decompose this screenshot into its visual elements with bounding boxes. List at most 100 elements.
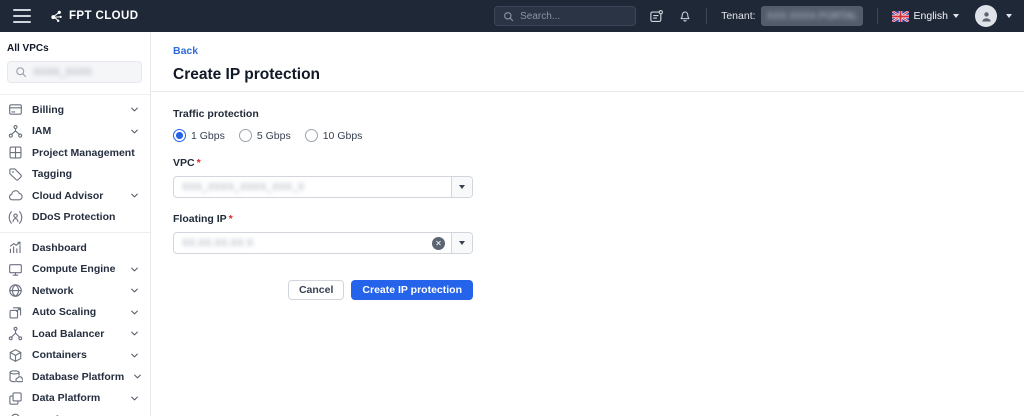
- form-actions: Cancel Create IP protection: [173, 280, 473, 300]
- sidebar-item-label: DDoS Protection: [32, 211, 115, 223]
- menu-icon[interactable]: [13, 9, 31, 23]
- containers-icon: [8, 348, 23, 363]
- sidebar-item-data-platform[interactable]: Data Platform: [0, 388, 150, 410]
- cloud-advisor-icon: [8, 188, 23, 203]
- clear-icon[interactable]: ✕: [432, 237, 445, 250]
- avatar[interactable]: [975, 5, 997, 27]
- chevron-down-icon[interactable]: [130, 394, 139, 403]
- sidebar-item-ddos-protection[interactable]: DDoS Protection: [0, 207, 150, 229]
- page-title: Create IP protection: [173, 66, 1024, 84]
- sidebar-item-project-management[interactable]: Project Management: [0, 142, 150, 164]
- sidebar-item-load-balancer[interactable]: Load Balancer: [0, 323, 150, 345]
- fpt-cloud-logo[interactable]: FPT CLOUD: [49, 9, 138, 24]
- required-mark: *: [229, 213, 233, 225]
- sidebar-item-label: Containers: [32, 349, 87, 361]
- chevron-down-icon[interactable]: [133, 372, 142, 381]
- chevron-down-icon[interactable]: [1006, 14, 1012, 18]
- floating-ip-select-value: XX.XX.XX.XX X: [174, 238, 432, 249]
- create-ip-protection-button[interactable]: Create IP protection: [351, 280, 473, 300]
- chevron-down-icon[interactable]: [451, 233, 472, 253]
- language-label: English: [914, 10, 948, 22]
- floating-ip-select[interactable]: XX.XX.XX.XX X ✕: [173, 232, 473, 254]
- language-selector[interactable]: English: [892, 10, 959, 22]
- sidebar-item-label: Database Platform: [32, 371, 124, 383]
- sidebar-item-compute-engine[interactable]: Compute Engine: [0, 259, 150, 281]
- sidebar-item-label: Compute Engine: [32, 263, 115, 275]
- sidebar-item-label: Project Management: [32, 147, 135, 159]
- search-icon: [503, 11, 514, 22]
- sidebar-item-auto-scaling[interactable]: Auto Scaling: [0, 302, 150, 324]
- sidebar-item-label: Data Platform: [32, 392, 100, 404]
- chevron-down-icon[interactable]: [130, 105, 139, 114]
- page-header: Back Create IP protection: [151, 32, 1024, 92]
- radio-5-gbps[interactable]: 5 Gbps: [239, 129, 291, 142]
- sidebar-item-containers[interactable]: Containers: [0, 345, 150, 367]
- sidebar-item-cloud-advisor[interactable]: Cloud Advisor: [0, 185, 150, 207]
- sidebar-item-label: Network: [32, 285, 73, 297]
- traffic-protection-options: 1 Gbps 5 Gbps 10 Gbps: [173, 129, 473, 142]
- chevron-down-icon[interactable]: [130, 265, 139, 274]
- iam-icon: [8, 124, 23, 139]
- chevron-down-icon[interactable]: [130, 127, 139, 136]
- radio-label: 5 Gbps: [257, 130, 291, 142]
- topbar-divider: [877, 8, 878, 24]
- cancel-button[interactable]: Cancel: [288, 280, 344, 300]
- sidebar-item-dashboard[interactable]: Dashboard: [0, 237, 150, 259]
- floating-ip-field: Floating IP* XX.XX.XX.XX X ✕: [173, 213, 473, 254]
- sidebar-item-ai-infrastructure[interactable]: AI Infrastructure: [0, 409, 150, 416]
- project-management-icon: [8, 145, 23, 160]
- vpc-field: VPC* XXX_XXXX_XXXX_XXX_X: [173, 157, 473, 198]
- tenant-select[interactable]: XXX.XXXX.PORTAL.X: [761, 6, 863, 26]
- vpc-select[interactable]: XXX_XXXX_XXXX_XXX_X: [173, 176, 473, 198]
- logo-text: FPT CLOUD: [69, 10, 138, 22]
- search-input[interactable]: [520, 11, 627, 22]
- data-platform-icon: [8, 391, 23, 406]
- sidebar-item-label: Billing: [32, 104, 64, 116]
- sidebar-item-tagging[interactable]: Tagging: [0, 164, 150, 186]
- uk-flag-icon: [892, 11, 909, 22]
- radio-circle[interactable]: [305, 129, 318, 142]
- chevron-down-icon: [953, 14, 959, 18]
- chevron-down-icon[interactable]: [451, 177, 472, 197]
- traffic-protection-label: Traffic protection: [173, 108, 473, 120]
- chevron-down-icon[interactable]: [130, 191, 139, 200]
- database-platform-icon: [8, 369, 23, 384]
- chevron-down-icon[interactable]: [130, 329, 139, 338]
- load-balancer-icon: [8, 326, 23, 341]
- ai-infrastructure-icon: [8, 412, 23, 416]
- radio-1-gbps[interactable]: 1 Gbps: [173, 129, 225, 142]
- tenant-label: Tenant:: [721, 10, 755, 22]
- search-icon: [15, 66, 27, 78]
- sidebar-item-label: IAM: [32, 125, 51, 137]
- auto-scaling-icon: [8, 305, 23, 320]
- chevron-down-icon[interactable]: [130, 308, 139, 317]
- radio-10-gbps[interactable]: 10 Gbps: [305, 129, 363, 142]
- vpc-search[interactable]: XXXX_XXXX: [7, 61, 142, 83]
- chevron-down-icon[interactable]: [130, 286, 139, 295]
- sidebar-item-label: Dashboard: [32, 242, 87, 254]
- tagging-icon: [8, 167, 23, 182]
- topbar: FPT CLOUD Tenant: XXX.XXX: [0, 0, 1024, 32]
- ddos-protection-icon: [8, 210, 23, 225]
- sidebar-item-network[interactable]: Network: [0, 280, 150, 302]
- sidebar-item-label: Load Balancer: [32, 328, 104, 340]
- network-icon: [8, 283, 23, 298]
- dashboard-icon: [8, 240, 23, 255]
- bell-icon[interactable]: [678, 9, 692, 23]
- chevron-down-icon[interactable]: [130, 351, 139, 360]
- vpc-search-value: XXXX_XXXX: [33, 67, 92, 78]
- radio-circle[interactable]: [239, 129, 252, 142]
- sidebar-item-iam[interactable]: IAM: [0, 121, 150, 143]
- sidebar-item-billing[interactable]: Billing: [0, 99, 150, 121]
- sidebar-group-services: Billing IAM Project Management TaggingCloud…: [0, 95, 150, 228]
- topbar-divider: [706, 8, 707, 24]
- radio-circle[interactable]: [173, 129, 186, 142]
- sidebar-item-database-platform[interactable]: Database Platform: [0, 366, 150, 388]
- global-search[interactable]: [494, 6, 636, 26]
- whats-new-icon[interactable]: [649, 9, 664, 24]
- vpc-select-value: XXX_XXXX_XXXX_XXX_X: [174, 182, 451, 193]
- radio-label: 1 Gbps: [191, 130, 225, 142]
- back-link[interactable]: Back: [173, 45, 198, 57]
- sidebar: All VPCs XXXX_XXXX BillingIAMProject Man…: [0, 32, 151, 416]
- radio-label: 10 Gbps: [323, 130, 363, 142]
